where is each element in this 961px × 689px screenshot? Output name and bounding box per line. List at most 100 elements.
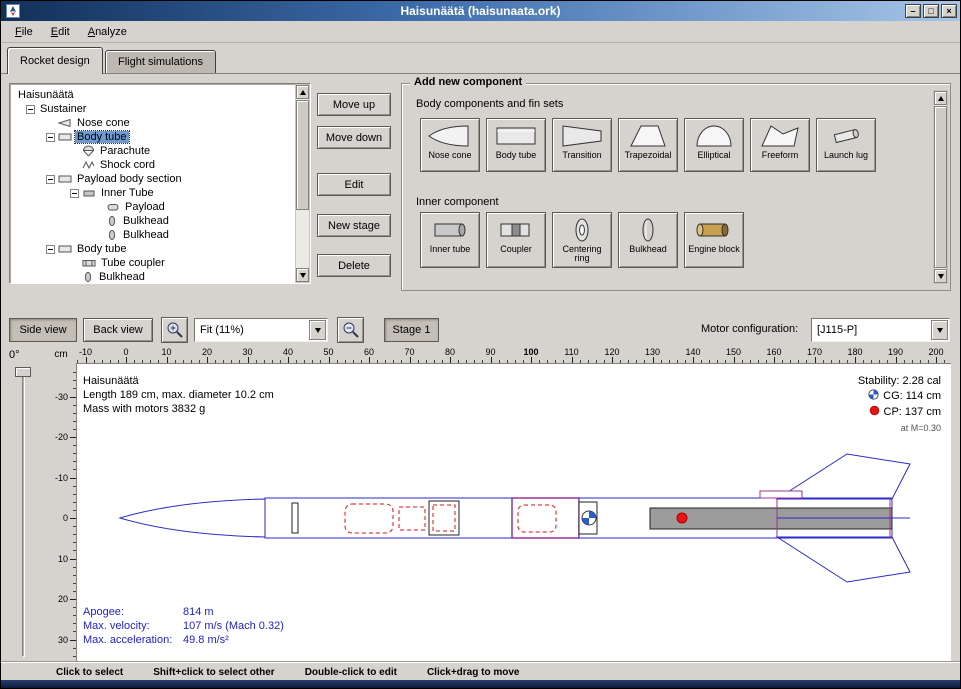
tree-item-bulkhead[interactable]: Bulkhead	[12, 214, 293, 228]
tab-flight-simulations[interactable]: Flight simulations	[105, 50, 216, 73]
tree-item-payload-body-section[interactable]: Payload body section	[12, 172, 293, 186]
zoom-out-button[interactable]	[337, 317, 364, 343]
maximize-button[interactable]: □	[923, 4, 939, 18]
move-up-button[interactable]: Move up	[317, 93, 391, 116]
trapezoidal-fin-icon	[625, 122, 671, 150]
add-inner-tube-button[interactable]: Inner tube	[420, 212, 480, 268]
menu-file[interactable]: File	[7, 23, 41, 41]
arrow-down-icon	[300, 273, 306, 278]
component-button-label: Inner tube	[429, 244, 472, 256]
rocket-canvas[interactable]: Haisunäätä Length 189 cm, max. diameter …	[76, 363, 951, 661]
add-bulkhead-button[interactable]: Bulkhead	[618, 212, 678, 268]
tree-scrollbar[interactable]	[295, 84, 310, 283]
tree-item-label: Bulkhead	[121, 215, 171, 227]
collapse-toggle-icon[interactable]	[46, 245, 55, 254]
hint-click-drag: Click+drag to move	[427, 667, 520, 678]
tree-item-rocket[interactable]: Haisunäätä	[12, 88, 293, 102]
nose-cone-shape[interactable]	[120, 499, 265, 537]
side-view-button[interactable]: Side view	[9, 318, 77, 342]
collapse-toggle-icon[interactable]	[46, 133, 55, 142]
scroll-up-button[interactable]	[296, 85, 309, 99]
scroll-down-button[interactable]	[934, 269, 947, 283]
tree-item-label: Inner Tube	[99, 187, 156, 199]
tree-item-body-tube[interactable]: Body tube	[12, 130, 293, 144]
window-title: Haisunäätä (haisunaata.ork)	[1, 4, 960, 18]
body-tube-icon	[58, 243, 72, 255]
tree-item-label: Payload body section	[75, 173, 184, 185]
rotation-slider-handle[interactable]	[15, 367, 31, 377]
add-freeform-fin-button[interactable]: Freeform	[750, 118, 810, 172]
status-bar: Click to select Shift+click to select ot…	[1, 661, 960, 682]
ruler-unit-label: cm	[46, 349, 76, 360]
component-button-label: Nose cone	[427, 150, 472, 162]
tree-item-shock-cord[interactable]: Shock cord	[12, 158, 293, 172]
add-engine-block-button[interactable]: Engine block	[684, 212, 744, 268]
component-button-label: Trapezoidal	[624, 150, 673, 162]
motor-configuration-select[interactable]: [J115-P]	[811, 318, 950, 342]
tree-item-inner-tube[interactable]: Inner Tube	[12, 186, 293, 200]
rotation-slider-track[interactable]	[22, 369, 25, 657]
component-button-label: Freeform	[761, 150, 800, 162]
add-centering-ring-button[interactable]: Centering ring	[552, 212, 612, 268]
minimize-button[interactable]: –	[905, 4, 921, 18]
fin-lower-shape[interactable]	[777, 537, 910, 582]
nose-cone-icon	[58, 117, 72, 129]
new-stage-button[interactable]: New stage	[317, 214, 391, 237]
add-elliptical-fin-button[interactable]: Elliptical	[684, 118, 744, 172]
add-transition-button[interactable]: Transition	[552, 118, 612, 172]
tree-item-parachute[interactable]: Parachute	[12, 144, 293, 158]
tree-item-nose-cone[interactable]: Nose cone	[12, 116, 293, 130]
tree-item-sustainer[interactable]: Sustainer	[12, 102, 293, 116]
scrollbar-thumb[interactable]	[934, 106, 947, 268]
add-nose-cone-button[interactable]: Nose cone	[420, 118, 480, 172]
tab-rocket-design[interactable]: Rocket design	[7, 47, 103, 74]
motor-configuration-value: [J115-P]	[817, 324, 929, 336]
menu-analyze[interactable]: Analyze	[80, 23, 135, 41]
add-coupler-button[interactable]: Coupler	[486, 212, 546, 268]
component-panel-scrollbar[interactable]	[933, 90, 948, 284]
tree-item-tube-coupler[interactable]: Tube coupler	[12, 256, 293, 270]
move-down-button[interactable]: Move down	[317, 126, 391, 149]
inner-tube-icon	[427, 216, 473, 244]
chevron-down-icon[interactable]	[309, 320, 326, 340]
edit-button[interactable]: Edit	[317, 173, 391, 196]
tab-strip: Rocket design Flight simulations	[1, 43, 960, 74]
horizontal-ruler: -100102030405060708090100110120130140150…	[76, 347, 951, 363]
collapse-toggle-icon[interactable]	[26, 105, 35, 114]
max-acceleration-label: Max. acceleration:	[83, 633, 183, 647]
collapse-toggle-icon[interactable]	[70, 189, 79, 198]
parachute-icon	[82, 145, 95, 157]
scroll-up-button[interactable]	[934, 91, 947, 105]
launch-lug-shape[interactable]	[760, 491, 802, 498]
back-view-button[interactable]: Back view	[83, 318, 153, 342]
scroll-down-button[interactable]	[296, 268, 309, 282]
tree-item-body-tube-aft[interactable]: Body tube	[12, 242, 293, 256]
scrollbar-thumb[interactable]	[296, 100, 309, 210]
tree-item-label: Body tube	[75, 131, 129, 143]
tree-item-bulkhead[interactable]: Bulkhead	[12, 228, 293, 242]
zoom-level-select[interactable]: Fit (11%)	[194, 318, 328, 342]
tree-item-bulkhead-aft[interactable]: Bulkhead	[12, 270, 293, 284]
rocket-dimensions: Length 189 cm, max. diameter 10.2 cm	[83, 388, 274, 402]
add-body-tube-button[interactable]: Body tube	[486, 118, 546, 172]
menu-edit[interactable]: Edit	[43, 23, 78, 41]
design-panel: Haisunäätä Sustainer Nose cone Body tube	[1, 73, 960, 312]
arrow-up-icon	[938, 96, 944, 101]
payload-icon	[106, 201, 120, 213]
tree-item-label: Nose cone	[75, 117, 132, 129]
elliptical-fin-icon	[691, 122, 737, 150]
zoom-in-button[interactable]	[161, 317, 188, 343]
cp-value: CP: 137 cm	[884, 406, 941, 418]
tree-item-label: Payload	[123, 201, 167, 213]
add-component-title: Add new component	[410, 76, 526, 88]
chevron-down-icon[interactable]	[931, 320, 948, 340]
add-launch-lug-button[interactable]: Launch lug	[816, 118, 876, 172]
stage-1-toggle[interactable]: Stage 1	[384, 318, 439, 342]
tree-item-payload[interactable]: Payload	[12, 200, 293, 214]
collapse-toggle-icon[interactable]	[46, 175, 55, 184]
delete-button[interactable]: Delete	[317, 254, 391, 277]
add-trapezoidal-fin-button[interactable]: Trapezoidal	[618, 118, 678, 172]
add-component-panel: Add new component Body components and fi…	[401, 83, 951, 291]
close-button[interactable]: ×	[941, 4, 957, 18]
coupler-icon	[82, 257, 96, 269]
